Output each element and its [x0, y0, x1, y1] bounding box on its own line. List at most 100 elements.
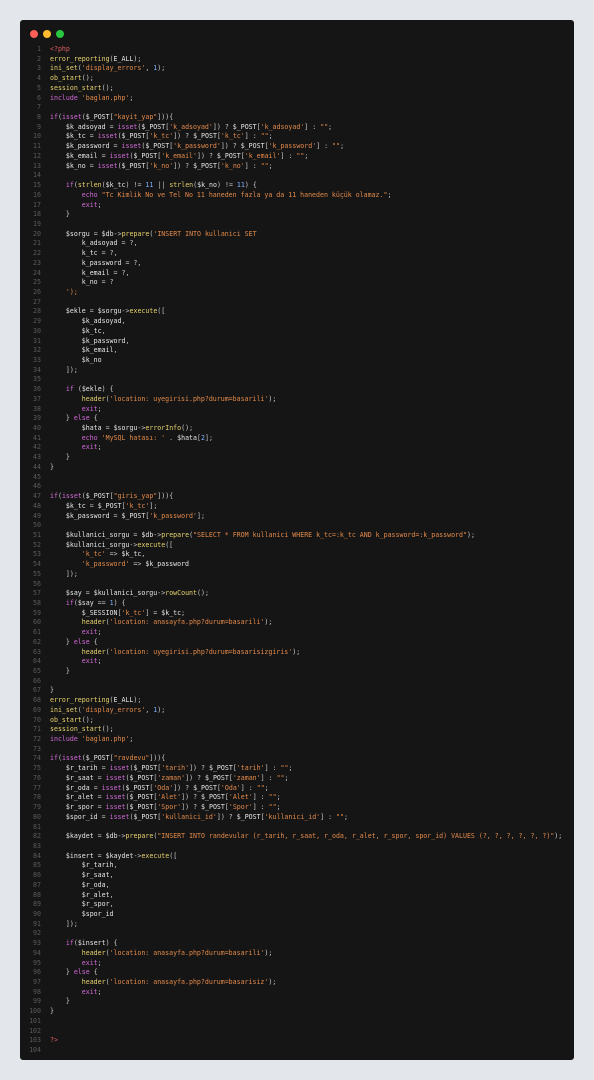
code-editor[interactable]: 1 <?php 2 error_reporting(E_ALL); 3 ini_set('… — [20, 45, 574, 1056]
line-code: '); — [65, 287, 78, 296]
maximize-window-button[interactable] — [56, 30, 64, 38]
code-line: 93 if($insert) { — [20, 939, 574, 949]
code-line: 87 $r_oda, — [20, 881, 574, 891]
line-code: echo "Tc Kimlik No ve Tel No 11 haneden … — [81, 190, 392, 199]
line-number: 86 — [33, 871, 41, 880]
line-number: 20 — [33, 229, 41, 238]
line-number: 104 — [29, 1046, 41, 1055]
code-line: 52 $kullanici_sorgu->execute([ — [20, 541, 574, 551]
line-code: } else { — [65, 414, 98, 423]
code-line: 53 'k_tc' => $k_tc, — [20, 550, 574, 560]
line-number: 33 — [33, 356, 41, 364]
code-line: 33 $k_no — [20, 356, 574, 366]
line-number: 83 — [33, 841, 41, 850]
line-number: 36 — [33, 385, 41, 394]
line-code: session_start(); — [50, 83, 114, 92]
line-code: $r_spor, — [81, 900, 114, 909]
line-number: 81 — [33, 822, 41, 831]
line-number: 11 — [33, 142, 41, 151]
line-code: $k_tc = isset($_POST['k_tc']) ? $_POST['… — [65, 132, 273, 141]
line-code: $k_password = isset($_POST['k_password']… — [65, 142, 345, 151]
line-code: ini_set('display_errors', 1); — [50, 705, 166, 714]
line-code: exit; — [81, 987, 102, 996]
code-line: 99 } — [20, 997, 574, 1007]
code-line: 7 — [20, 103, 574, 113]
line-code: error_reporting(E_ALL); — [50, 696, 142, 705]
code-line: 43 } — [20, 453, 574, 463]
line-number: 69 — [33, 705, 41, 714]
code-line: 37 header('location: uyegirisi.php?durum… — [20, 395, 574, 405]
code-line: 49 $k_password = $_POST['k_password']; — [20, 512, 574, 522]
code-line: 5 session_start(); — [20, 84, 574, 94]
line-number: 89 — [33, 900, 41, 909]
code-line: 58 if($say == 1) { — [20, 599, 574, 609]
line-code: } — [65, 997, 70, 1006]
code-line: 12 $k_email = isset($_POST['k_email']) ?… — [20, 152, 574, 162]
line-number: 16 — [33, 190, 41, 199]
line-code: k_password = ?, — [81, 258, 142, 267]
line-number: 30 — [33, 326, 41, 335]
line-number: 65 — [33, 667, 41, 675]
code-line: 90 $spor_id — [20, 910, 574, 920]
line-number: 48 — [33, 501, 41, 510]
code-line: 95 exit; — [20, 959, 574, 969]
code-line: 3 ini_set('display_errors', 1); — [20, 64, 574, 74]
line-code: k_no = ? — [81, 278, 114, 287]
line-code: header('location: anasayfa.php?durum=bas… — [81, 978, 277, 986]
line-number: 24 — [33, 268, 41, 277]
line-number: 45 — [33, 472, 41, 481]
code-line: 47 if(isset($_POST["giris_yap"])){ — [20, 492, 574, 502]
code-line: 73 — [20, 745, 574, 755]
code-line: 40 $hata = $sorgu->errorInfo(); — [20, 424, 574, 434]
line-code: $kullanici_sorgu = $db->prepare("SELECT … — [65, 530, 475, 539]
line-code: $k_email = isset($_POST['k_email']) ? $_… — [65, 151, 309, 160]
code-line: 78 $r_alet = isset($_POST['Alet']) ? $_P… — [20, 793, 574, 803]
code-line: 60 header('location: anasayfa.php?durum=… — [20, 618, 574, 628]
code-line: 20 $sorgu = $db->prepare('INSERT INTO ku… — [20, 230, 574, 240]
line-number: 93 — [33, 939, 41, 948]
minimize-window-button[interactable] — [43, 30, 51, 38]
line-code: ]); — [65, 919, 78, 928]
code-line: 70 ob_start(); — [20, 716, 574, 726]
line-code: if(isset($_POST["kayit_yap"])){ — [50, 113, 174, 122]
code-line: 69 ini_set('display_errors', 1); — [20, 706, 574, 716]
code-line: 82 $kaydet = $db->prepare("INSERT INTO r… — [20, 832, 574, 842]
code-line: 35 — [20, 375, 574, 385]
line-number: 44 — [33, 462, 41, 471]
line-number: 39 — [33, 414, 41, 423]
code-line: 66 — [20, 677, 574, 687]
code-line: 11 $k_password = isset($_POST['k_passwor… — [20, 142, 574, 152]
code-line: 57 $say = $kullanici_sorgu->rowCount(); — [20, 589, 574, 599]
line-code: $k_password, — [81, 336, 130, 345]
code-line: 102 — [20, 1027, 574, 1037]
line-number: 43 — [33, 453, 41, 462]
line-code: k_email = ?, — [81, 268, 130, 277]
line-number: 10 — [33, 132, 41, 141]
code-line: 56 — [20, 580, 574, 590]
close-window-button[interactable] — [30, 30, 38, 38]
line-number: 64 — [33, 657, 41, 666]
line-code: echo 'MySQL hatası: ' . $hata[2]; — [81, 433, 213, 442]
line-code: $say = $kullanici_sorgu->rowCount(); — [65, 589, 209, 598]
line-number: 59 — [33, 608, 41, 617]
line-code: ob_start(); — [50, 715, 94, 724]
line-number: 76 — [33, 773, 41, 782]
code-line: 63 header('location: uyegirisi.php?durum… — [20, 648, 574, 658]
line-code: $sorgu = $db->prepare('INSERT INTO kulla… — [65, 229, 257, 238]
code-line: 100} — [20, 1007, 574, 1017]
line-number: 18 — [33, 210, 41, 219]
code-line: 1 <?php — [20, 45, 574, 55]
line-code: exit; — [81, 443, 102, 452]
code-line: 34 ]); — [20, 366, 574, 376]
line-code: } — [50, 686, 54, 695]
code-line: 91 ]); — [20, 920, 574, 930]
line-code: $_SESSION['k_tc'] = $k_tc; — [81, 608, 186, 617]
code-line: 75 $r_tarih = isset($_POST['tarih']) ? $… — [20, 764, 574, 774]
code-line: 98 exit; — [20, 988, 574, 998]
code-line: 68 error_reporting(E_ALL); — [20, 696, 574, 706]
line-code: $r_tarih = isset($_POST['tarih']) ? $_PO… — [65, 764, 293, 773]
line-number: 98 — [33, 987, 41, 996]
line-code: $insert = $kaydet->execute([ — [65, 851, 178, 860]
line-number: 12 — [33, 151, 41, 160]
code-line: 16 echo "Tc Kimlik No ve Tel No 11 haned… — [20, 191, 574, 201]
